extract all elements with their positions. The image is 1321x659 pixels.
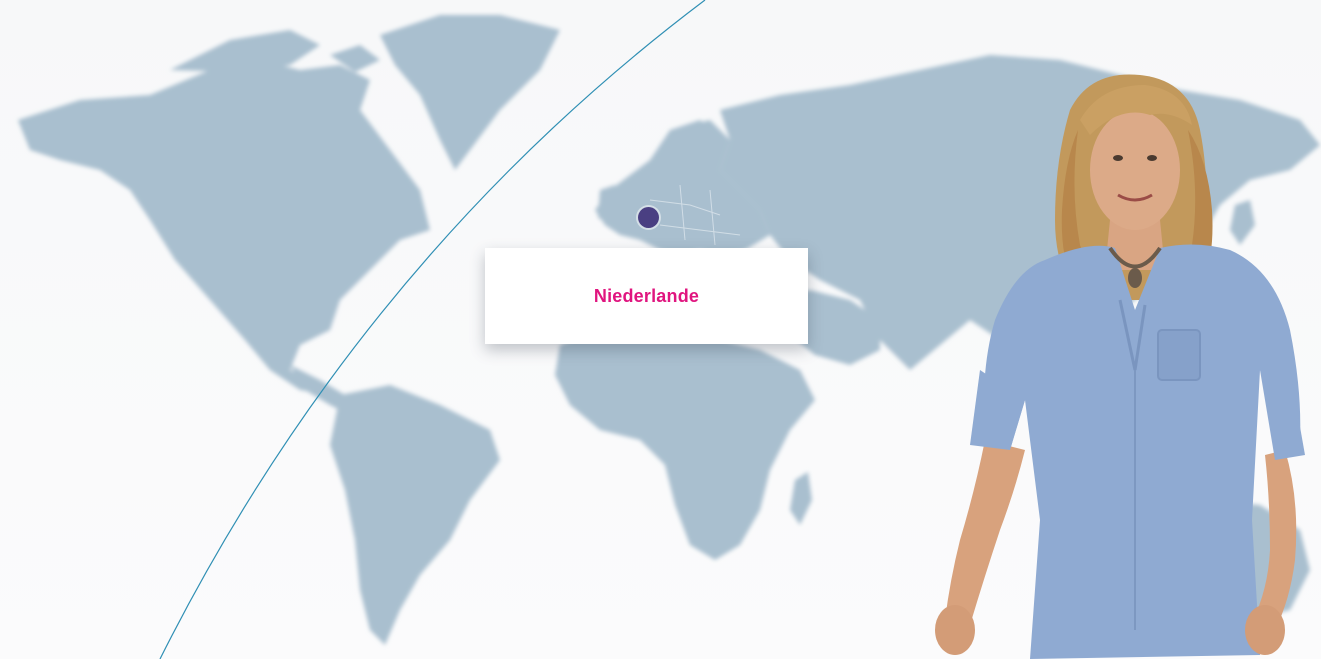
location-label: Niederlande: [593, 285, 700, 306]
south-america-shape: [330, 385, 500, 645]
greenland-shape: [380, 15, 560, 170]
world-map-section: Niederlande: [0, 0, 1321, 659]
madagascar-shape: [790, 472, 812, 525]
location-dot-icon[interactable]: [638, 207, 659, 228]
location-card[interactable]: Niederlande: [485, 248, 808, 344]
north-america-shape: [18, 60, 430, 395]
africa-shape: [555, 330, 815, 560]
person-photo: [935, 74, 1305, 659]
